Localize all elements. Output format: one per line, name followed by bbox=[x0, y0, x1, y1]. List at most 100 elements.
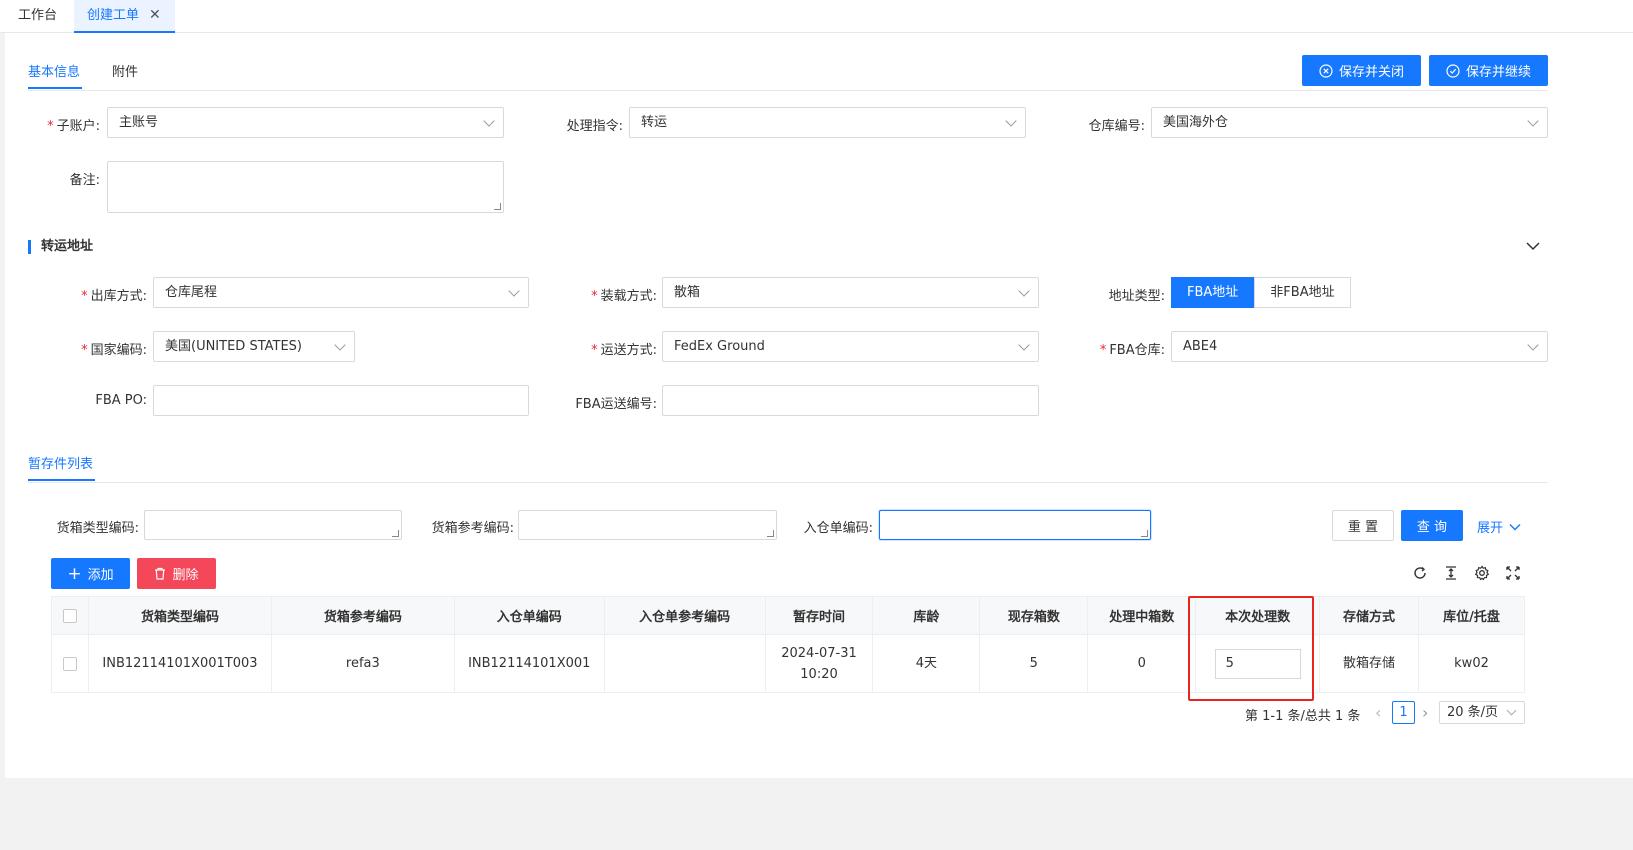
query-button[interactable]: 查 询 bbox=[1401, 510, 1463, 541]
expand-label: 展开 bbox=[1477, 521, 1504, 536]
fba-warehouse-select[interactable]: ABE4 bbox=[1171, 331, 1548, 362]
chevron-down-icon bbox=[1506, 705, 1517, 716]
warehouse-label: 仓库编号: bbox=[1088, 119, 1145, 134]
section-title: 转运地址 bbox=[28, 240, 93, 254]
fba-po-input[interactable] bbox=[153, 385, 529, 416]
cell-inbound-ref bbox=[603, 634, 766, 693]
page-size-select[interactable]: 20 条/页 bbox=[1439, 701, 1525, 724]
reset-button[interactable]: 重 置 bbox=[1332, 510, 1394, 541]
col-header: 入仓单编码 bbox=[453, 596, 605, 635]
save-close-label: 保存并关闭 bbox=[1338, 65, 1404, 80]
select-all-cell[interactable] bbox=[51, 596, 89, 635]
country-select[interactable]: 美国(UNITED STATES) bbox=[153, 331, 355, 362]
trash-icon bbox=[155, 567, 166, 580]
cell-stock: 5 bbox=[979, 634, 1089, 693]
tab-create-order[interactable]: 创建工单 ✕ bbox=[74, 0, 175, 33]
chevron-down-icon bbox=[1018, 285, 1030, 297]
active-tab-indicator bbox=[28, 87, 82, 89]
outbound-label: * 出库方式: bbox=[81, 289, 147, 304]
chevron-down-icon bbox=[1527, 115, 1539, 127]
select-all-checkbox[interactable] bbox=[62, 608, 77, 623]
chevron-down-icon bbox=[508, 285, 520, 297]
fba-ship-no-input[interactable] bbox=[662, 385, 1039, 416]
box-ref-filter-label: 货箱参考编码: bbox=[431, 521, 514, 536]
save-continue-label: 保存并继续 bbox=[1465, 65, 1531, 80]
col-header: 库龄 bbox=[872, 596, 981, 635]
cell-age: 4天 bbox=[872, 634, 981, 693]
remark-label: 备注: bbox=[69, 173, 100, 188]
address-type-label: 地址类型: bbox=[1108, 289, 1165, 304]
chevron-down-icon bbox=[334, 339, 346, 351]
col-header: 现存箱数 bbox=[979, 596, 1089, 635]
tab-temp-list[interactable]: 暂存件列表 bbox=[28, 453, 93, 472]
resize-handle[interactable] bbox=[494, 203, 501, 210]
prev-page-icon[interactable]: ‹ bbox=[1375, 703, 1381, 722]
cell-box-ref: refa3 bbox=[270, 634, 455, 693]
fba-po-label: FBA PO: bbox=[95, 393, 147, 408]
warehouse-select[interactable]: 美国海外仓 bbox=[1151, 107, 1548, 138]
row-select-cell[interactable] bbox=[51, 634, 89, 693]
tab-attachment[interactable]: 附件 bbox=[112, 61, 138, 80]
chevron-down-icon bbox=[1527, 339, 1539, 351]
expand-link[interactable]: 展开 bbox=[1477, 517, 1521, 536]
address-type-toggle[interactable]: FBA地址 非FBA地址 bbox=[1171, 277, 1351, 308]
fba-warehouse-label: * FBA仓库: bbox=[1099, 343, 1165, 358]
fullscreen-icon[interactable] bbox=[1505, 565, 1521, 581]
divider bbox=[28, 90, 1548, 91]
row-checkbox[interactable] bbox=[62, 656, 77, 671]
next-page-icon[interactable]: › bbox=[1422, 703, 1428, 722]
box-type-filter-input[interactable] bbox=[144, 510, 402, 540]
cell-box-type: INB12114101X001T003 bbox=[87, 634, 272, 693]
save-close-button[interactable]: 保存并关闭 bbox=[1302, 55, 1421, 86]
add-button[interactable]: + 添加 bbox=[51, 558, 130, 589]
col-header: 货箱类型编码 bbox=[87, 596, 272, 635]
add-label: 添加 bbox=[87, 568, 114, 583]
col-header: 入仓单参考编码 bbox=[603, 596, 766, 635]
chevron-down-icon bbox=[483, 115, 495, 127]
delete-button[interactable]: 删除 bbox=[137, 558, 216, 589]
page-number-button[interactable]: 1 bbox=[1392, 701, 1415, 724]
col-header: 暂存时间 bbox=[764, 596, 874, 635]
instruction-select[interactable]: 转运 bbox=[629, 107, 1026, 138]
sub-account-select[interactable]: 主账号 bbox=[107, 107, 504, 138]
shipping-select[interactable]: FedEx Ground bbox=[662, 331, 1039, 362]
tab-bar: 工作台 创建工单 ✕ bbox=[0, 0, 1633, 33]
cell-processing: 0 bbox=[1087, 634, 1197, 693]
non-fba-address-option[interactable]: 非FBA地址 bbox=[1254, 277, 1351, 308]
loading-select[interactable]: 散箱 bbox=[662, 277, 1039, 308]
box-type-filter-label: 货箱类型编码: bbox=[56, 521, 139, 536]
box-ref-filter-input[interactable] bbox=[518, 510, 777, 540]
cell-time-clock: 10:20 bbox=[800, 666, 838, 682]
save-continue-button[interactable]: 保存并继续 bbox=[1429, 55, 1548, 86]
tab-create-order-label: 创建工单 bbox=[87, 8, 140, 23]
col-header: 处理中箱数 bbox=[1087, 596, 1197, 635]
cell-location: kw02 bbox=[1418, 634, 1525, 693]
check-circle-icon bbox=[1446, 63, 1460, 78]
col-header: 库位/托盘 bbox=[1418, 596, 1525, 635]
col-header: 存储方式 bbox=[1319, 596, 1420, 635]
gear-icon[interactable] bbox=[1474, 565, 1490, 581]
chevron-down-icon bbox=[1018, 339, 1030, 351]
cell-storage: 散箱存储 bbox=[1319, 634, 1420, 693]
fba-ship-no-label: FBA运送编号: bbox=[575, 397, 657, 412]
chevron-down-icon[interactable] bbox=[1526, 241, 1540, 251]
fba-address-option[interactable]: FBA地址 bbox=[1171, 277, 1255, 308]
chevron-down-icon bbox=[1005, 115, 1017, 127]
inbound-filter-input[interactable] bbox=[879, 510, 1151, 540]
main-panel: 基本信息 附件 保存并关闭 保存并继续 * 子账户: 主账号 处理指令: 转运 仓… bbox=[5, 33, 1633, 778]
remark-textarea[interactable] bbox=[107, 161, 504, 213]
shipping-label: * 运送方式: bbox=[591, 343, 657, 358]
active-tab-indicator bbox=[28, 479, 95, 481]
refresh-icon[interactable] bbox=[1412, 565, 1428, 581]
cell-inbound: INB12114101X001 bbox=[453, 634, 605, 693]
cell-time-date: 2024-07-31 bbox=[781, 645, 857, 661]
tab-basic-info[interactable]: 基本信息 bbox=[28, 61, 80, 80]
close-icon[interactable]: ✕ bbox=[149, 7, 161, 23]
col-header: 货箱参考编码 bbox=[270, 596, 455, 635]
cell-time: 2024-07-31 10:20 bbox=[764, 634, 874, 693]
divider bbox=[28, 482, 1548, 483]
tab-workbench[interactable]: 工作台 bbox=[0, 0, 75, 33]
outbound-select[interactable]: 仓库尾程 bbox=[153, 277, 529, 308]
pager-summary: 第 1-1 条/总共 1 条 bbox=[1245, 709, 1361, 724]
column-height-icon[interactable] bbox=[1443, 565, 1459, 581]
